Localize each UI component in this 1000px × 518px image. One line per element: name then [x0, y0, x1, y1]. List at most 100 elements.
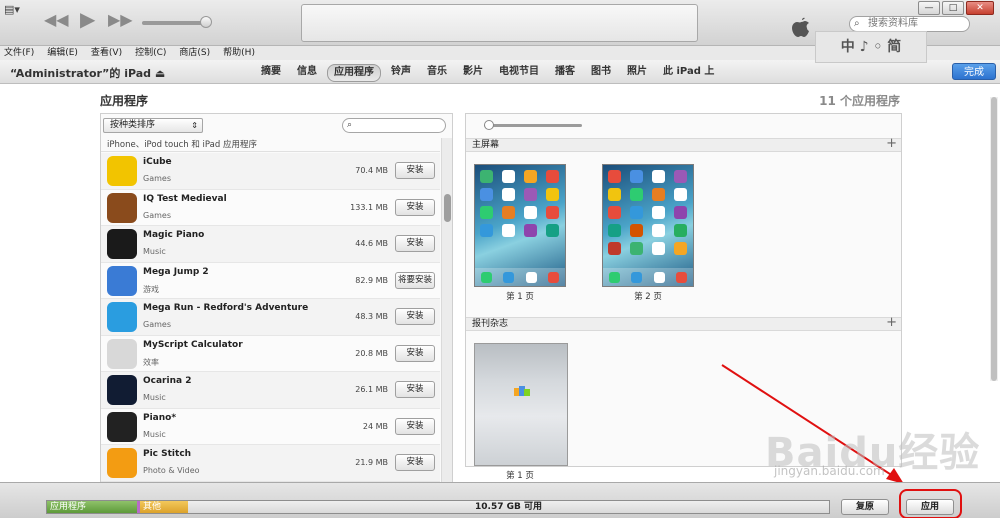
- done-button[interactable]: 完成: [952, 63, 996, 80]
- rewind-icon[interactable]: ◀◀: [44, 10, 69, 29]
- app-icon: [107, 411, 137, 442]
- app-size: 82.9 MB: [355, 275, 388, 285]
- tab-books[interactable]: 图书: [585, 64, 617, 82]
- home-page-1-thumbnail[interactable]: [474, 164, 566, 287]
- app-row[interactable]: Pic Stitch Photo & Video 21.9 MB 安装: [101, 445, 440, 482]
- tab-movies[interactable]: 影片: [457, 64, 489, 82]
- close-button[interactable]: ✕: [966, 1, 994, 15]
- home-app-icon: [652, 242, 665, 255]
- dock: [603, 268, 693, 286]
- menu-store[interactable]: 商店(S): [179, 46, 210, 60]
- menu-controls[interactable]: 控制(C): [135, 46, 166, 60]
- app-search-input[interactable]: ⌕: [342, 118, 446, 133]
- install-button[interactable]: 安装: [395, 454, 435, 471]
- app-row[interactable]: Mega Run - Redford's Adventure Games 48.3 …: [101, 299, 440, 336]
- library-search-input[interactable]: ⌕ 搜索资料库: [849, 16, 970, 32]
- maximize-button[interactable]: □: [942, 1, 964, 15]
- zoom-knob[interactable]: [484, 120, 494, 130]
- tab-music[interactable]: 音乐: [421, 64, 453, 82]
- zoom-slider[interactable]: [484, 124, 582, 127]
- app-list-scrollbar[interactable]: [441, 138, 452, 482]
- capacity-free: 10.57 GB 可用: [188, 501, 829, 513]
- install-button[interactable]: 安装: [395, 344, 435, 362]
- main-scroll-thumb[interactable]: [991, 97, 997, 381]
- menu-edit[interactable]: 编辑(E): [47, 46, 78, 60]
- app-row[interactable]: MyScript Calculator 效率 20.8 MB 安装: [101, 335, 440, 372]
- volume-slider[interactable]: [142, 21, 206, 25]
- volume-knob[interactable]: [200, 16, 212, 28]
- home-page-2-thumbnail[interactable]: [602, 164, 694, 287]
- tab-apps[interactable]: 应用程序: [327, 64, 381, 82]
- app-size: 44.6 MB: [355, 239, 388, 248]
- restore-button[interactable]: 复原: [841, 499, 889, 515]
- apple-logo-icon: [792, 17, 809, 37]
- home-screen-section: 主屏幕 +: [466, 137, 901, 152]
- fast-forward-icon[interactable]: ▶▶: [108, 10, 133, 29]
- device-nav-bar: “Administrator”的 iPad ⏏ 摘要 信息 应用程序 铃声 音乐…: [0, 60, 1000, 84]
- app-size: 20.8 MB: [355, 348, 388, 358]
- dock-app-icon: [525, 271, 537, 283]
- home-app-icon: [630, 242, 643, 255]
- tab-photos[interactable]: 照片: [621, 64, 653, 82]
- app-icon: [107, 302, 137, 332]
- install-button[interactable]: 将要安装: [395, 271, 435, 289]
- watermark-url: jingyan.baidu.com: [774, 464, 885, 478]
- app-size: 24 MB: [362, 421, 388, 431]
- device-name[interactable]: “Administrator”的 iPad ⏏: [10, 65, 165, 81]
- app-name: Ocarina 2: [143, 376, 192, 386]
- tab-ringtones[interactable]: 铃声: [385, 64, 417, 82]
- dock-app-icon: [653, 271, 665, 283]
- home-app-icon: [546, 170, 559, 183]
- tab-summary[interactable]: 摘要: [255, 64, 287, 82]
- app-name: iCube: [143, 157, 172, 167]
- add-newsstand-icon[interactable]: +: [886, 316, 897, 329]
- home-app-icon: [502, 170, 515, 183]
- tab-info[interactable]: 信息: [291, 64, 323, 82]
- app-name: Pic Stitch: [143, 449, 192, 459]
- install-button[interactable]: 安装: [395, 235, 435, 252]
- tab-podcasts[interactable]: 播客: [549, 64, 581, 82]
- app-row[interactable]: iCube Games 70.4 MB 安装: [101, 153, 440, 190]
- install-button[interactable]: 安装: [395, 162, 435, 179]
- install-button[interactable]: 安装: [395, 308, 435, 325]
- minimize-button[interactable]: —: [918, 1, 940, 15]
- app-icon: [107, 265, 137, 296]
- app-row[interactable]: IQ Test Medieval Games 133.1 MB 安装: [101, 189, 440, 226]
- app-size: 133.1 MB: [350, 202, 388, 212]
- home-app-icon: [546, 224, 559, 237]
- install-button[interactable]: 安装: [395, 417, 435, 435]
- home-app-icon: [524, 224, 537, 237]
- dock-app-icon: [608, 271, 620, 283]
- home-app-icon: [630, 170, 643, 183]
- app-row[interactable]: Ocarina 2 Music 26.1 MB 安装: [101, 372, 440, 409]
- menu-view[interactable]: 查看(V): [91, 46, 122, 60]
- install-button[interactable]: 安装: [395, 381, 435, 398]
- app-row[interactable]: Piano* Music 24 MB 安装: [101, 408, 440, 445]
- page-title: 应用程序: [100, 94, 149, 108]
- menu-file[interactable]: 文件(F): [4, 46, 34, 60]
- home-app-icon: [524, 206, 537, 219]
- app-icon-grid: [480, 170, 562, 237]
- capacity-apps: 应用程序: [47, 501, 137, 513]
- app-row[interactable]: Mega Jump 2 游戏 82.9 MB 将要安装: [101, 262, 440, 299]
- app-icon: [107, 375, 137, 405]
- dock-app-icon: [503, 271, 515, 283]
- play-icon[interactable]: ▶: [80, 7, 95, 31]
- main-scrollbar[interactable]: [990, 97, 998, 381]
- scroll-thumb[interactable]: [444, 194, 451, 222]
- sort-select-label: 按种类排序: [110, 120, 156, 130]
- tab-on-this-ipad[interactable]: 此 iPad 上: [657, 64, 720, 82]
- add-page-icon[interactable]: +: [886, 137, 897, 150]
- install-button[interactable]: 安装: [395, 198, 435, 216]
- dock-app-icon: [548, 271, 560, 283]
- newsstand-thumbnail[interactable]: [474, 343, 568, 466]
- window-menu-icon[interactable]: ▤▾: [4, 3, 20, 16]
- app-row[interactable]: Magic Piano Music 44.6 MB 安装: [101, 226, 440, 263]
- sort-select[interactable]: 按种类排序 ⇕: [103, 118, 203, 133]
- app-list-panel: 按种类排序 ⇕ ⌕ iPhone、iPod touch 和 iPad 应用程序 …: [100, 113, 453, 483]
- tab-tv-shows[interactable]: 电视节目: [493, 64, 545, 82]
- dock-app-icon: [631, 271, 643, 283]
- app-name: Piano*: [143, 412, 177, 423]
- menu-help[interactable]: 帮助(H): [223, 46, 255, 60]
- app-size: 26.1 MB: [355, 385, 388, 394]
